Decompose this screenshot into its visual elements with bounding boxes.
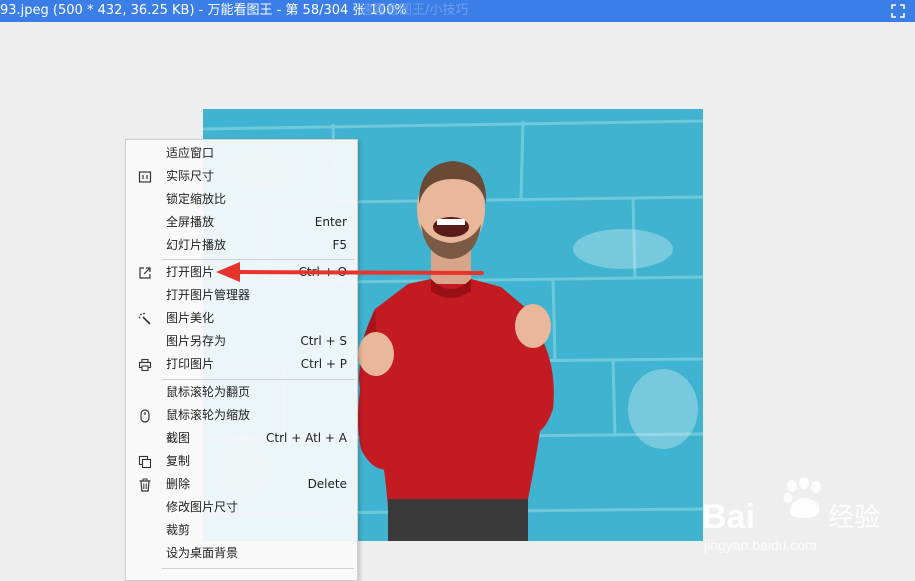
menu-item-shortcut: Ctrl + P [300,357,347,371]
menu-item-label: 图片美化 [166,311,215,325]
menu-item-label: 全屏播放 [166,215,215,229]
actual-size-icon [138,171,152,183]
menu-item-delete[interactable]: 删除 Delete [126,473,357,496]
menu-item-label: 修改图片尺寸 [166,500,239,514]
menu-item-label: 锁定缩放比 [166,192,227,206]
menu-item-label: 鼠标滚轮为缩放 [166,408,251,422]
baidu-jingyan-watermark: Bai 经验 jingyan.baidu.com [702,478,880,553]
window-title: 93.jpeg (500 * 432, 36.25 KB) - 万能看图王 - … [0,3,407,18]
menu-item-label: 截图 [166,431,191,445]
menu-separator [162,568,354,569]
printer-icon [138,358,152,372]
mouse-icon [140,409,150,423]
menu-item-label: 幻灯片播放 [166,238,227,252]
title-ghost-text: 速置看图王/小技巧 [360,3,469,18]
menu-item-shortcut: Delete [307,477,347,491]
menu-item-label: 适应窗口 [166,146,215,160]
fullscreen-icon[interactable] [891,4,905,18]
menu-item-resize[interactable]: 修改图片尺寸 [126,496,357,519]
menu-item-label: 删除 [166,477,191,491]
menu-item-shortcut: Enter [314,215,347,229]
menu-item-label: 打印图片 [166,357,215,371]
menu-item-fullscreen-play[interactable]: 全屏播放 Enter [126,211,357,234]
menu-item-beautify[interactable]: 图片美化 [126,307,357,330]
menu-item-shortcut: Ctrl + S [300,334,347,348]
menu-item-actual-size[interactable]: 实际尺寸 [126,165,357,188]
menu-item-open-image[interactable]: 打开图片 Ctrl + O [126,261,357,284]
menu-item-wheel-zoom[interactable]: 鼠标滚轮为缩放 [126,404,357,427]
menu-item-label: 设为桌面背景 [166,546,239,560]
menu-item-screenshot[interactable]: 截图 Ctrl + Atl + A [126,427,357,450]
menu-item-label: 打开图片管理器 [166,288,251,302]
menu-item-crop[interactable]: 裁剪 [126,519,357,542]
trash-icon [139,478,151,492]
magic-wand-icon [138,312,151,325]
menu-item-lock-zoom[interactable]: 锁定缩放比 [126,188,357,211]
menu-item-label: 实际尺寸 [166,169,215,183]
menu-item-print[interactable]: 打印图片 Ctrl + P [126,353,357,376]
menu-item-label: 复制 [166,454,191,468]
menu-item-shortcut: Ctrl + Atl + A [266,431,347,445]
menu-item-copy[interactable]: 复制 [126,450,357,473]
menu-separator [162,259,354,260]
open-external-icon [139,267,151,279]
copy-icon [138,455,152,469]
menu-item-open-manager[interactable]: 打开图片管理器 [126,284,357,307]
menu-item-label: 打开图片 [166,265,215,279]
menu-item-save-as[interactable]: 图片另存为 Ctrl + S [126,330,357,353]
menu-item-label: 图片另存为 [166,334,227,348]
watermark-brand-suffix: 经验 [828,503,880,533]
menu-separator [162,379,354,380]
watermark-brand: Bai [702,498,755,536]
context-menu: 适应窗口 实际尺寸 锁定缩放比 全屏播放 Enter 幻灯片播放 F5 打开图片… [125,139,358,581]
menu-item-slideshow[interactable]: 幻灯片播放 F5 [126,234,357,257]
watermark-url: jingyan.baidu.com [703,537,817,553]
menu-item-label: 鼠标滚轮为翻页 [166,385,251,399]
title-bar: 93.jpeg (500 * 432, 36.25 KB) - 万能看图王 - … [0,0,915,22]
menu-item-shortcut: Ctrl + O [298,265,347,279]
menu-item-fit-window[interactable]: 适应窗口 [126,142,357,165]
menu-item-wheel-page[interactable]: 鼠标滚轮为翻页 [126,381,357,404]
menu-item-label: 裁剪 [166,523,191,537]
menu-item-shortcut: F5 [332,238,347,252]
menu-item-set-wallpaper[interactable]: 设为桌面背景 [126,542,357,565]
